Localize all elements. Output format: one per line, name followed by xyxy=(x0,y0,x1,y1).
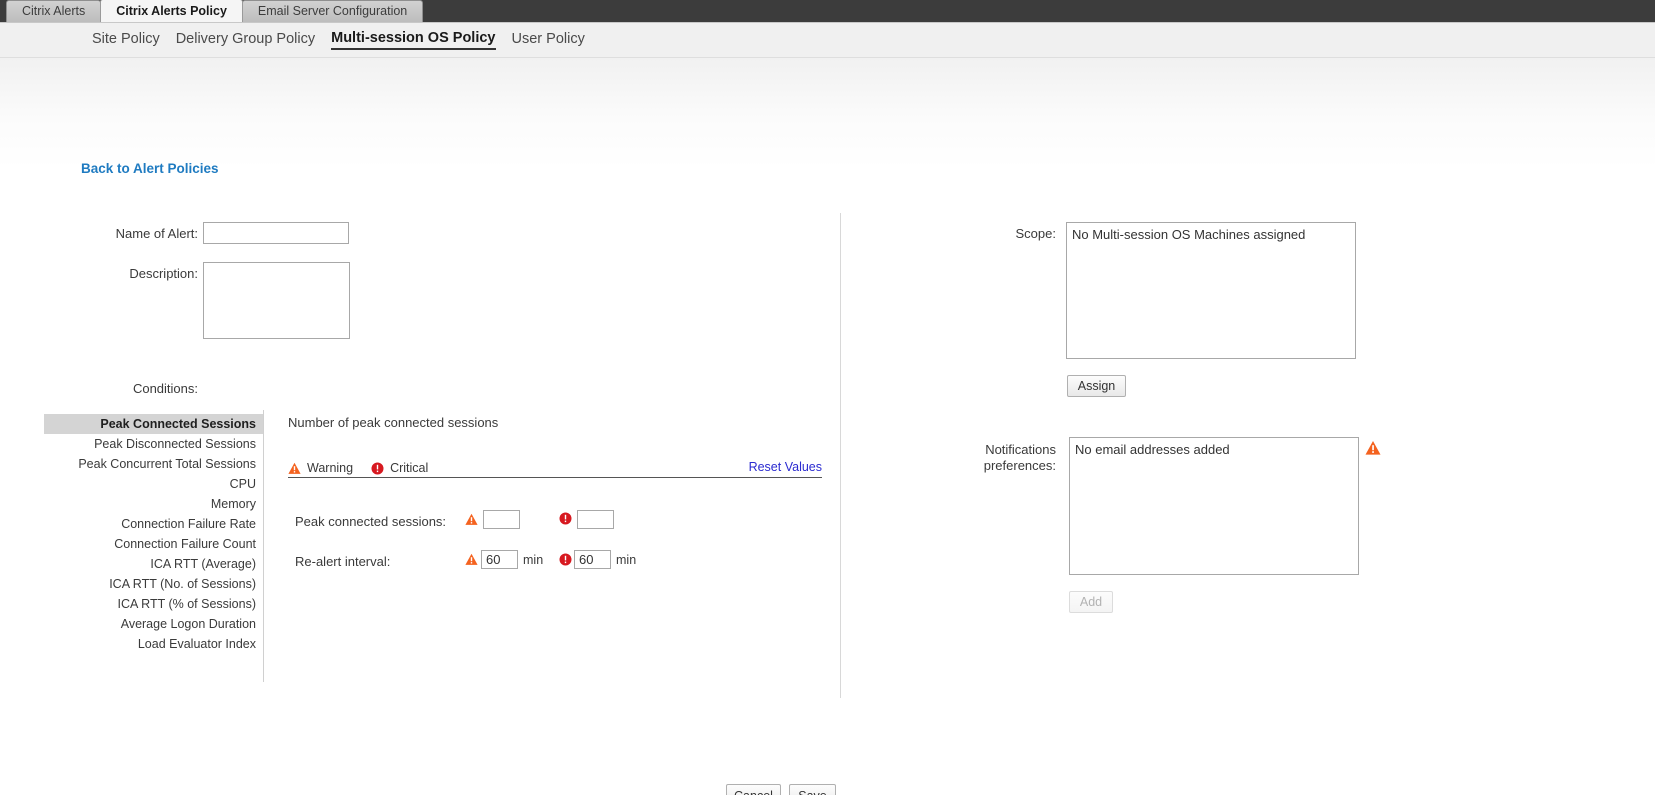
name-of-alert-label: Name of Alert: xyxy=(115,226,198,241)
scope-label: Scope: xyxy=(1015,226,1056,241)
condition-item-average-logon-duration[interactable]: Average Logon Duration xyxy=(44,614,263,634)
condition-item-peak-disconnected-sessions[interactable]: Peak Disconnected Sessions xyxy=(44,434,263,454)
re-alert-warning-input[interactable] xyxy=(481,550,518,569)
conditions-label: Conditions: xyxy=(132,381,198,396)
condition-item-load-evaluator-index[interactable]: Load Evaluator Index xyxy=(44,634,263,654)
tab-label: Citrix Alerts xyxy=(22,4,86,18)
add-email-button[interactable]: Add xyxy=(1069,591,1113,613)
subnav-item-delivery-group-policy[interactable]: Delivery Group Policy xyxy=(176,31,315,49)
re-alert-warning-unit: min xyxy=(523,553,544,567)
subnav-item-site-policy[interactable]: Site Policy xyxy=(92,31,160,49)
critical-circle-icon xyxy=(559,553,572,566)
subnav-item-user-policy[interactable]: User Policy xyxy=(512,31,585,49)
tab-citrix-alerts-policy[interactable]: Citrix Alerts Policy xyxy=(100,0,243,22)
critical-circle-icon xyxy=(559,512,572,525)
condition-description: Number of peak connected sessions xyxy=(288,415,499,430)
re-alert-critical-input[interactable] xyxy=(574,550,611,569)
column-divider xyxy=(840,213,841,698)
tab-label: Email Server Configuration xyxy=(257,4,408,18)
description-textarea[interactable] xyxy=(203,262,350,339)
notifications-preferences-textarea[interactable] xyxy=(1069,437,1359,575)
cancel-button[interactable]: Cancel xyxy=(726,784,781,795)
warning-triangle-icon xyxy=(288,462,301,475)
window-tab-strip: Citrix Alerts Citrix Alerts Policy Email… xyxy=(0,0,1655,23)
subnav-item-multi-session-os-policy[interactable]: Multi-session OS Policy xyxy=(331,30,496,50)
legend-warning-label: Warning xyxy=(307,461,354,475)
save-button[interactable]: Save xyxy=(789,784,836,795)
reset-values-link[interactable]: Reset Values xyxy=(749,460,822,474)
notifications-label-line2: preferences: xyxy=(983,458,1056,473)
condition-item-connection-failure-count[interactable]: Connection Failure Count xyxy=(44,534,263,554)
tab-email-server-configuration[interactable]: Email Server Configuration xyxy=(241,0,424,22)
condition-item-ica-rtt-percent-of-sessions[interactable]: ICA RTT (% of Sessions) xyxy=(44,594,263,614)
condition-item-connection-failure-rate[interactable]: Connection Failure Rate xyxy=(44,514,263,534)
re-alert-critical-unit: min xyxy=(616,553,637,567)
policy-subnav: Site Policy Delivery Group Policy Multi-… xyxy=(0,23,1655,58)
condition-item-cpu[interactable]: CPU xyxy=(44,474,263,494)
assign-button[interactable]: Assign xyxy=(1067,375,1126,397)
warning-triangle-icon xyxy=(465,513,478,526)
peak-connected-sessions-label: Peak connected sessions: xyxy=(295,514,447,529)
condition-item-peak-connected-sessions[interactable]: Peak Connected Sessions xyxy=(44,414,263,434)
tab-label: Citrix Alerts Policy xyxy=(116,4,227,18)
description-label: Description: xyxy=(129,266,198,281)
back-to-alert-policies-link[interactable]: Back to Alert Policies xyxy=(81,161,219,176)
scope-textarea[interactable] xyxy=(1066,222,1356,359)
condition-item-peak-concurrent-total-sessions[interactable]: Peak Concurrent Total Sessions xyxy=(44,454,263,474)
name-of-alert-input[interactable] xyxy=(203,222,349,244)
critical-circle-icon xyxy=(371,462,384,475)
threshold-warning-input[interactable] xyxy=(483,510,520,529)
condition-item-ica-rtt-average[interactable]: ICA RTT (Average) xyxy=(44,554,263,574)
warning-triangle-icon xyxy=(1365,440,1381,456)
legend-critical-label: Critical xyxy=(390,461,429,475)
warning-triangle-icon xyxy=(465,553,478,566)
re-alert-interval-label: Re-alert interval: xyxy=(295,554,391,569)
condition-item-ica-rtt-no-of-sessions[interactable]: ICA RTT (No. of Sessions) xyxy=(44,574,263,594)
condition-item-memory[interactable]: Memory xyxy=(44,494,263,514)
policy-editor-page: Back to Alert Policies Name of Alert: De… xyxy=(0,58,1655,795)
notifications-preferences-label: Notifications preferences: xyxy=(910,442,1056,474)
threshold-legend: Warning Critical Reset Values xyxy=(288,459,822,478)
tab-citrix-alerts[interactable]: Citrix Alerts xyxy=(6,0,102,22)
threshold-critical-input[interactable] xyxy=(577,510,614,529)
notifications-label-line1: Notifications xyxy=(985,442,1056,457)
conditions-list: Peak Connected Sessions Peak Disconnecte… xyxy=(44,414,263,654)
conditions-list-divider xyxy=(263,410,264,682)
